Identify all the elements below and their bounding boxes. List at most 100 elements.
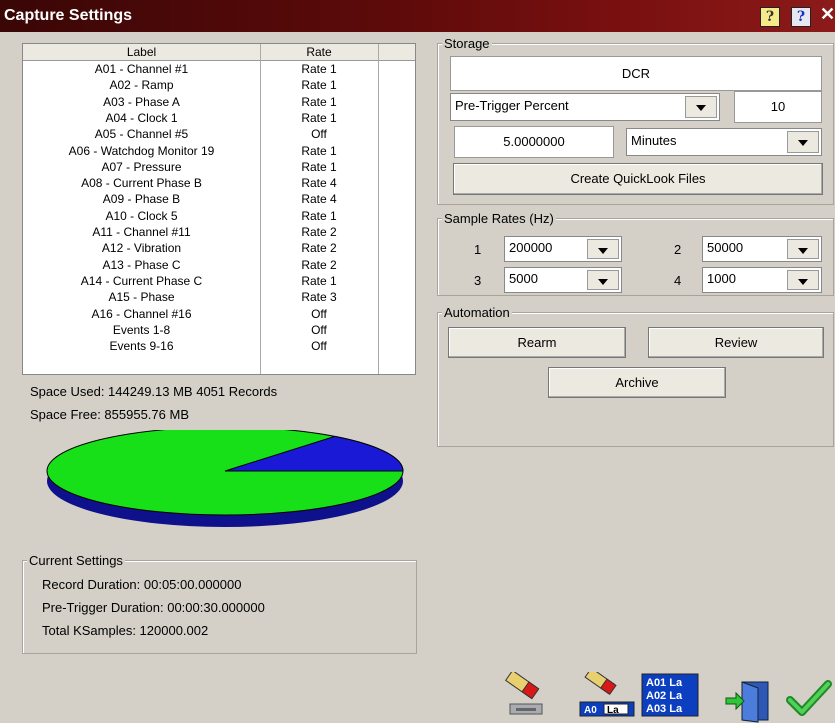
table-row[interactable]: A13 - Phase C Rate 2 xyxy=(23,257,415,273)
channel-rate[interactable]: Rate 2 xyxy=(260,258,378,272)
channel-rate[interactable]: Off xyxy=(260,339,378,353)
channel-rate[interactable]: Rate 1 xyxy=(260,95,378,109)
table-row[interactable]: A16 - Channel #16 Off xyxy=(23,306,415,322)
rate-2-select[interactable]: 50000 xyxy=(702,236,822,262)
channel-rate[interactable]: Rate 1 xyxy=(260,209,378,223)
channel-rate[interactable]: Off xyxy=(260,323,378,337)
table-row[interactable]: A04 - Clock 1 Rate 1 xyxy=(23,110,415,126)
channel-label: A02 - Ramp xyxy=(109,78,174,93)
table-row[interactable]: A12 - Vibration Rate 2 xyxy=(23,240,415,256)
table-row[interactable]: A10 - Clock 5 Rate 1 xyxy=(23,208,415,224)
channel-label: A11 - Channel #11 xyxy=(92,225,191,239)
table-row[interactable]: A06 - Watchdog Monitor 19 Rate 1 xyxy=(23,143,415,159)
chevron-down-icon[interactable] xyxy=(787,131,819,153)
channel-label: A05 - Channel #5 xyxy=(94,127,189,142)
total-ksamples-text: Total KSamples: 120000.002 xyxy=(42,623,209,638)
channel-rate[interactable]: Off xyxy=(260,127,378,141)
sample-rates-title: Sample Rates (Hz) xyxy=(442,211,556,226)
rate-2-label: 2 xyxy=(674,242,682,257)
rate-1-select[interactable]: 200000 xyxy=(504,236,622,262)
table-row[interactable]: A15 - Phase Rate 3 xyxy=(23,289,415,305)
record-duration-text: Record Duration: 00:05:00.000000 xyxy=(42,577,242,592)
table-row[interactable]: A02 - Ramp Rate 1 xyxy=(23,77,415,93)
label-column-header[interactable]: Label xyxy=(23,45,260,59)
duration-value-field[interactable]: 5.0000000 xyxy=(454,126,614,158)
channel-rate[interactable]: Rate 3 xyxy=(260,290,378,304)
sample-rates-group: Sample Rates (Hz) 1 200000 2 50000 3 500… xyxy=(437,211,834,296)
context-help-icon[interactable]: ? xyxy=(760,7,780,27)
archive-button[interactable]: Archive xyxy=(548,367,726,398)
channel-label: A03 - Phase A xyxy=(103,94,180,109)
pre-trigger-duration-text: Pre-Trigger Duration: 00:00:30.000000 xyxy=(42,600,265,615)
channel-label: A15 - Phase xyxy=(108,290,175,305)
rate-3-label: 3 xyxy=(474,273,482,288)
label-tag-3: A03 La xyxy=(646,703,683,715)
channel-label: A09 - Phase B xyxy=(102,192,181,207)
storage-mode-field[interactable]: DCR xyxy=(450,56,822,91)
rate-4-value: 1000 xyxy=(707,271,736,286)
exit-door-icon[interactable] xyxy=(722,680,772,723)
chevron-down-icon[interactable] xyxy=(787,239,819,259)
trigger-value-field[interactable]: 10 xyxy=(734,91,822,123)
space-usage-pie xyxy=(46,430,404,527)
channel-rate[interactable]: Rate 4 xyxy=(260,192,378,206)
storage-group: Storage DCR Pre-Trigger Percent 10 5.000… xyxy=(437,36,834,205)
table-row[interactable]: A01 - Channel #1 Rate 1 xyxy=(23,61,415,77)
channel-rate[interactable]: Rate 2 xyxy=(260,225,378,239)
channel-label: A14 - Current Phase C xyxy=(80,273,203,288)
rate-3-select[interactable]: 5000 xyxy=(504,267,622,293)
channel-label: A08 - Current Phase B xyxy=(81,176,202,191)
ok-checkmark-icon[interactable] xyxy=(786,678,832,720)
channel-rate[interactable]: Rate 1 xyxy=(260,78,378,92)
table-row[interactable]: Events 9-16 Off xyxy=(23,338,415,354)
space-free-text: Space Free: 855955.76 MB xyxy=(30,407,189,422)
channel-rate[interactable]: Rate 1 xyxy=(260,62,378,76)
help-icon[interactable]: ? xyxy=(791,7,811,27)
label-tag-small: A0 xyxy=(584,705,597,716)
rate-2-value: 50000 xyxy=(707,240,744,255)
channel-rate[interactable]: Rate 2 xyxy=(260,241,378,255)
eraser-device-icon[interactable] xyxy=(496,672,548,718)
rate-column-header[interactable]: Rate xyxy=(260,45,378,59)
table-row[interactable]: A05 - Channel #5 Off xyxy=(23,126,415,142)
eraser-label-icon[interactable]: A0 La xyxy=(576,672,638,718)
channel-label: A10 - Clock 5 xyxy=(105,208,178,223)
channel-rate[interactable]: Rate 1 xyxy=(260,160,378,174)
rate-4-select[interactable]: 1000 xyxy=(702,267,822,293)
chevron-down-icon[interactable] xyxy=(587,239,619,259)
channel-rate[interactable]: Off xyxy=(260,307,378,321)
review-button[interactable]: Review xyxy=(648,327,824,358)
chevron-down-icon[interactable] xyxy=(685,96,717,118)
close-icon[interactable]: ✕ xyxy=(820,4,835,25)
channel-rate[interactable]: Rate 1 xyxy=(260,144,378,158)
label-tag-small2: La xyxy=(607,705,619,716)
current-settings-title: Current Settings xyxy=(27,553,125,568)
rate-1-value: 200000 xyxy=(509,240,553,255)
table-row[interactable]: A03 - Phase A Rate 1 xyxy=(23,94,415,110)
trigger-type-select[interactable]: Pre-Trigger Percent xyxy=(450,93,720,121)
channel-label: A06 - Watchdog Monitor 19 xyxy=(68,143,215,158)
channel-label: A07 - Pressure xyxy=(101,159,182,174)
table-row[interactable]: A07 - Pressure Rate 1 xyxy=(23,159,415,175)
space-used-text: Space Used: 144249.13 MB 4051 Records xyxy=(30,384,278,399)
table-row[interactable]: A14 - Current Phase C Rate 1 xyxy=(23,273,415,289)
channel-rate[interactable]: Rate 1 xyxy=(260,274,378,288)
channel-rate[interactable]: Rate 4 xyxy=(260,176,378,190)
table-row[interactable]: A08 - Current Phase B Rate 4 xyxy=(23,175,415,191)
channel-list-header: Label Rate xyxy=(23,44,415,61)
table-row[interactable]: A09 - Phase B Rate 4 xyxy=(23,191,415,207)
duration-unit-value: Minutes xyxy=(631,133,677,148)
rearm-button[interactable]: Rearm xyxy=(448,327,626,358)
automation-title: Automation xyxy=(442,305,512,320)
create-quicklook-button[interactable]: Create QuickLook Files xyxy=(453,163,823,195)
table-row[interactable]: A11 - Channel #11 Rate 2 xyxy=(23,224,415,240)
rate-3-value: 5000 xyxy=(509,271,538,286)
chevron-down-icon[interactable] xyxy=(587,270,619,290)
duration-unit-select[interactable]: Minutes xyxy=(626,128,822,156)
channel-rate[interactable]: Rate 1 xyxy=(260,111,378,125)
channel-labels-icon[interactable]: A01 La A02 La A03 La xyxy=(640,672,700,718)
channel-list[interactable]: Label Rate A01 - Channel #1 Rate 1 A02 - R… xyxy=(22,43,416,375)
channel-label: A01 - Channel #1 xyxy=(94,62,189,76)
chevron-down-icon[interactable] xyxy=(787,270,819,290)
table-row[interactable]: Events 1-8 Off xyxy=(23,322,415,338)
